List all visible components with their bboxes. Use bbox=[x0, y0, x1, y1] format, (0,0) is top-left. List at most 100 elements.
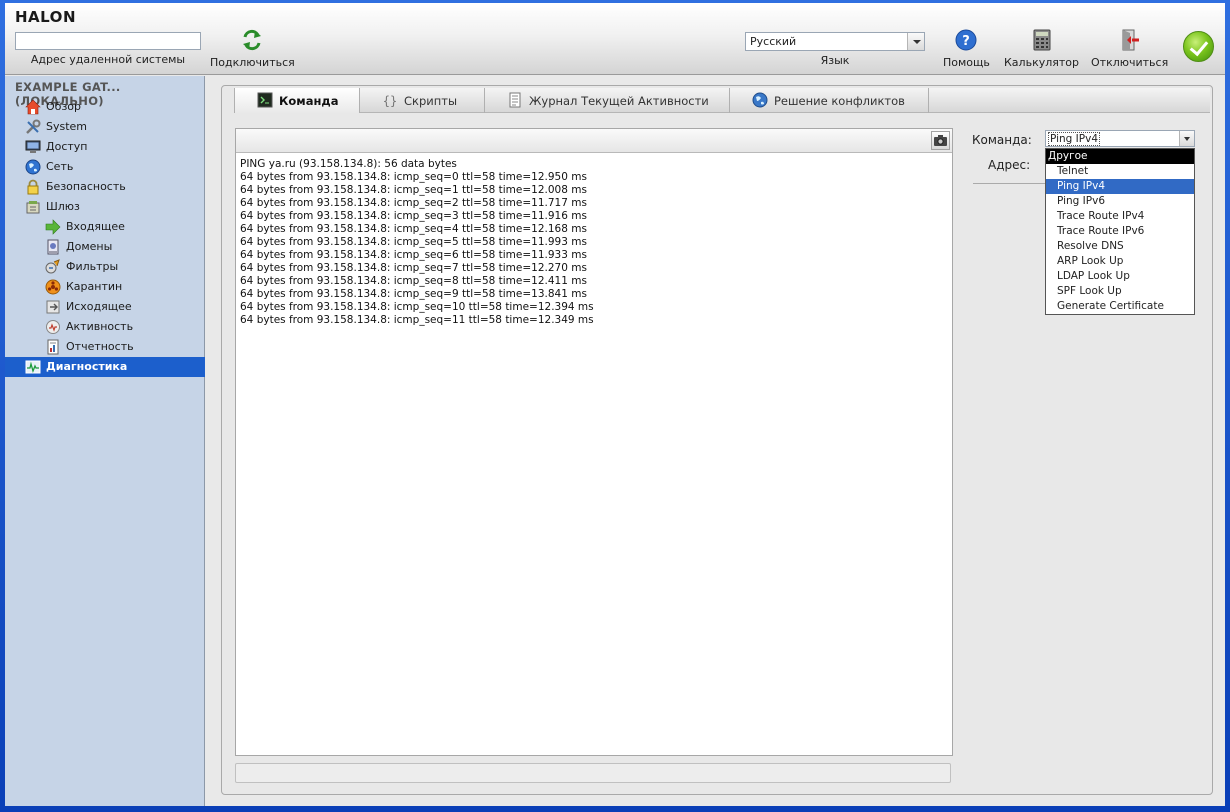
dropdown-option-spf-lookup[interactable]: SPF Look Up bbox=[1046, 284, 1194, 299]
help-button[interactable]: ? Помощь bbox=[943, 29, 990, 69]
sidebar-item-label: System bbox=[46, 120, 88, 133]
chevron-down-icon[interactable] bbox=[907, 33, 924, 50]
sidebar-item-label: Шлюз bbox=[46, 200, 80, 213]
dropdown-option-generate-certificate[interactable]: Generate Certificate bbox=[1046, 299, 1194, 314]
braces-icon: {} bbox=[383, 94, 397, 108]
dropdown-option-ldap-lookup[interactable]: LDAP Look Up bbox=[1046, 269, 1194, 284]
sidebar-item-label: Домены bbox=[66, 240, 113, 253]
window-frame: HALON Адрес удаленной системы Подключить… bbox=[0, 0, 1230, 812]
command-select[interactable]: Ping IPv4 bbox=[1045, 130, 1195, 147]
sidebar-item-diagnostics[interactable]: Диагностика bbox=[5, 357, 205, 377]
remote-address-input[interactable] bbox=[15, 32, 201, 50]
connect-button[interactable]: Подключиться bbox=[210, 29, 295, 69]
output-line: 64 bytes from 93.158.134.8: icmp_seq=7 t… bbox=[240, 262, 587, 274]
tab-bar: Команда {} Скрипты Журнал Текущей Активн… bbox=[234, 88, 1210, 113]
output-line: 64 bytes from 93.158.134.8: icmp_seq=10 … bbox=[240, 301, 594, 313]
dropdown-option-telnet[interactable]: Telnet bbox=[1046, 164, 1194, 179]
sidebar-item-label: Отчетность bbox=[66, 340, 134, 353]
sidebar-item-label: Обзор bbox=[46, 100, 82, 113]
svg-text:?: ? bbox=[963, 34, 971, 49]
output-line: 64 bytes from 93.158.134.8: icmp_seq=3 t… bbox=[240, 210, 587, 222]
command-status-field[interactable] bbox=[235, 763, 951, 783]
app-client-area: HALON Адрес удаленной системы Подключить… bbox=[5, 3, 1225, 806]
diagnostics-panel: Команда {} Скрипты Журнал Текущей Активн… bbox=[221, 85, 1213, 795]
help-label: Помощь bbox=[943, 56, 990, 69]
globe-icon bbox=[25, 159, 41, 175]
tab-label: Команда bbox=[279, 94, 339, 108]
sidebar-item-overview[interactable]: Обзор bbox=[5, 97, 205, 117]
filter-icon bbox=[45, 259, 60, 274]
dropdown-option-traceroute-ipv6[interactable]: Trace Route IPv6 bbox=[1046, 224, 1194, 239]
sidebar-item-reports[interactable]: Отчетность bbox=[5, 337, 205, 357]
command-select-value: Ping IPv4 bbox=[1048, 132, 1100, 146]
sidebar-item-label: Диагностика bbox=[46, 360, 128, 373]
sidebar-item-label: Фильтры bbox=[66, 260, 119, 273]
report-icon bbox=[47, 339, 59, 355]
tab-scripts[interactable]: {} Скрипты bbox=[360, 88, 485, 113]
activity-icon bbox=[46, 320, 60, 334]
dropdown-option-ping-ipv6[interactable]: Ping IPv6 bbox=[1046, 194, 1194, 209]
sidebar-item-label: Безопасность bbox=[46, 180, 126, 193]
sidebar-item-incoming[interactable]: Входящее bbox=[5, 217, 205, 237]
disconnect-button[interactable]: Отключиться bbox=[1091, 29, 1168, 69]
sidebar-item-label: Активность bbox=[66, 320, 134, 333]
output-header bbox=[236, 129, 952, 153]
sidebar: EXAMPLE GAT... (ЛОКАЛЬНО) Обзор System Д… bbox=[5, 76, 205, 806]
remote-address-label: Адрес удаленной системы bbox=[30, 53, 186, 66]
output-line: 64 bytes from 93.158.134.8: icmp_seq=6 t… bbox=[240, 249, 587, 261]
sidebar-item-security[interactable]: Безопасность bbox=[5, 177, 205, 197]
command-label: Команда: bbox=[972, 133, 1032, 147]
terminal-icon bbox=[257, 92, 273, 108]
sidebar-item-access[interactable]: Доступ bbox=[5, 137, 205, 157]
top-toolbar: HALON Адрес удаленной системы Подключить… bbox=[5, 3, 1225, 75]
output-line: 64 bytes from 93.158.134.8: icmp_seq=5 t… bbox=[240, 236, 587, 248]
disconnect-label: Отключиться bbox=[1091, 56, 1169, 69]
apply-ok-button[interactable] bbox=[1183, 31, 1214, 62]
sidebar-item-label: Входящее bbox=[66, 220, 125, 233]
dropdown-option-arp-lookup[interactable]: ARP Look Up bbox=[1046, 254, 1194, 269]
sidebar-item-label: Доступ bbox=[46, 140, 88, 153]
output-line: 64 bytes from 93.158.134.8: icmp_seq=11 … bbox=[240, 314, 594, 326]
output-line: 64 bytes from 93.158.134.8: icmp_seq=8 t… bbox=[240, 275, 587, 287]
output-line: 64 bytes from 93.158.134.8: icmp_seq=4 t… bbox=[240, 223, 587, 235]
sidebar-item-label: Карантин bbox=[66, 280, 123, 293]
app-logo: HALON bbox=[15, 8, 76, 26]
dropdown-option-ping-ipv4[interactable]: Ping IPv4 bbox=[1046, 179, 1194, 194]
dropdown-option-traceroute-ipv4[interactable]: Trace Route IPv4 bbox=[1046, 209, 1194, 224]
home-icon bbox=[25, 99, 41, 115]
output-line: 64 bytes from 93.158.134.8: icmp_seq=1 t… bbox=[240, 184, 587, 196]
language-select[interactable]: Русский bbox=[745, 32, 925, 51]
diagnostics-icon bbox=[25, 360, 41, 374]
screenshot-button[interactable] bbox=[931, 131, 950, 150]
sidebar-item-filters[interactable]: Фильтры bbox=[5, 257, 205, 277]
command-dropdown-list: Другое Telnet Ping IPv4 Ping IPv6 Trace … bbox=[1045, 148, 1195, 315]
connect-label: Подключиться bbox=[210, 56, 295, 69]
tab-command[interactable]: Команда bbox=[234, 88, 360, 113]
connect-icon bbox=[243, 29, 262, 51]
monitor-icon bbox=[25, 140, 41, 153]
arrow-right-icon bbox=[45, 219, 61, 235]
tab-conflict-resolution[interactable]: Решение конфликтов bbox=[730, 88, 929, 113]
sidebar-item-activity[interactable]: Активность bbox=[5, 317, 205, 337]
gateway-icon bbox=[26, 201, 40, 214]
disconnect-icon bbox=[1122, 29, 1139, 51]
sidebar-item-outgoing[interactable]: Исходящее bbox=[5, 297, 205, 317]
outgoing-icon bbox=[46, 300, 60, 314]
calculator-button[interactable]: Калькулятор bbox=[1004, 29, 1079, 69]
chevron-down-icon[interactable] bbox=[1179, 131, 1194, 146]
sidebar-item-gateway[interactable]: Шлюз bbox=[5, 197, 205, 217]
output-line: 64 bytes from 93.158.134.8: icmp_seq=9 t… bbox=[240, 288, 587, 300]
help-icon: ? bbox=[955, 29, 977, 51]
sidebar-item-network[interactable]: Сеть bbox=[5, 157, 205, 177]
tab-label: Журнал Текущей Активности bbox=[529, 94, 709, 108]
sidebar-item-domains[interactable]: Домены bbox=[5, 237, 205, 257]
tab-activity-log[interactable]: Журнал Текущей Активности bbox=[485, 88, 730, 113]
dropdown-option-resolve-dns[interactable]: Resolve DNS bbox=[1046, 239, 1194, 254]
language-label: Язык bbox=[820, 54, 850, 67]
sidebar-item-system[interactable]: System bbox=[5, 117, 205, 137]
sidebar-item-quarantine[interactable]: Карантин bbox=[5, 277, 205, 297]
output-text: PING ya.ru (93.158.134.8): 56 data bytes… bbox=[240, 158, 594, 327]
calculator-icon bbox=[1033, 29, 1050, 51]
output-line: 64 bytes from 93.158.134.8: icmp_seq=2 t… bbox=[240, 197, 587, 209]
log-icon bbox=[509, 92, 521, 108]
